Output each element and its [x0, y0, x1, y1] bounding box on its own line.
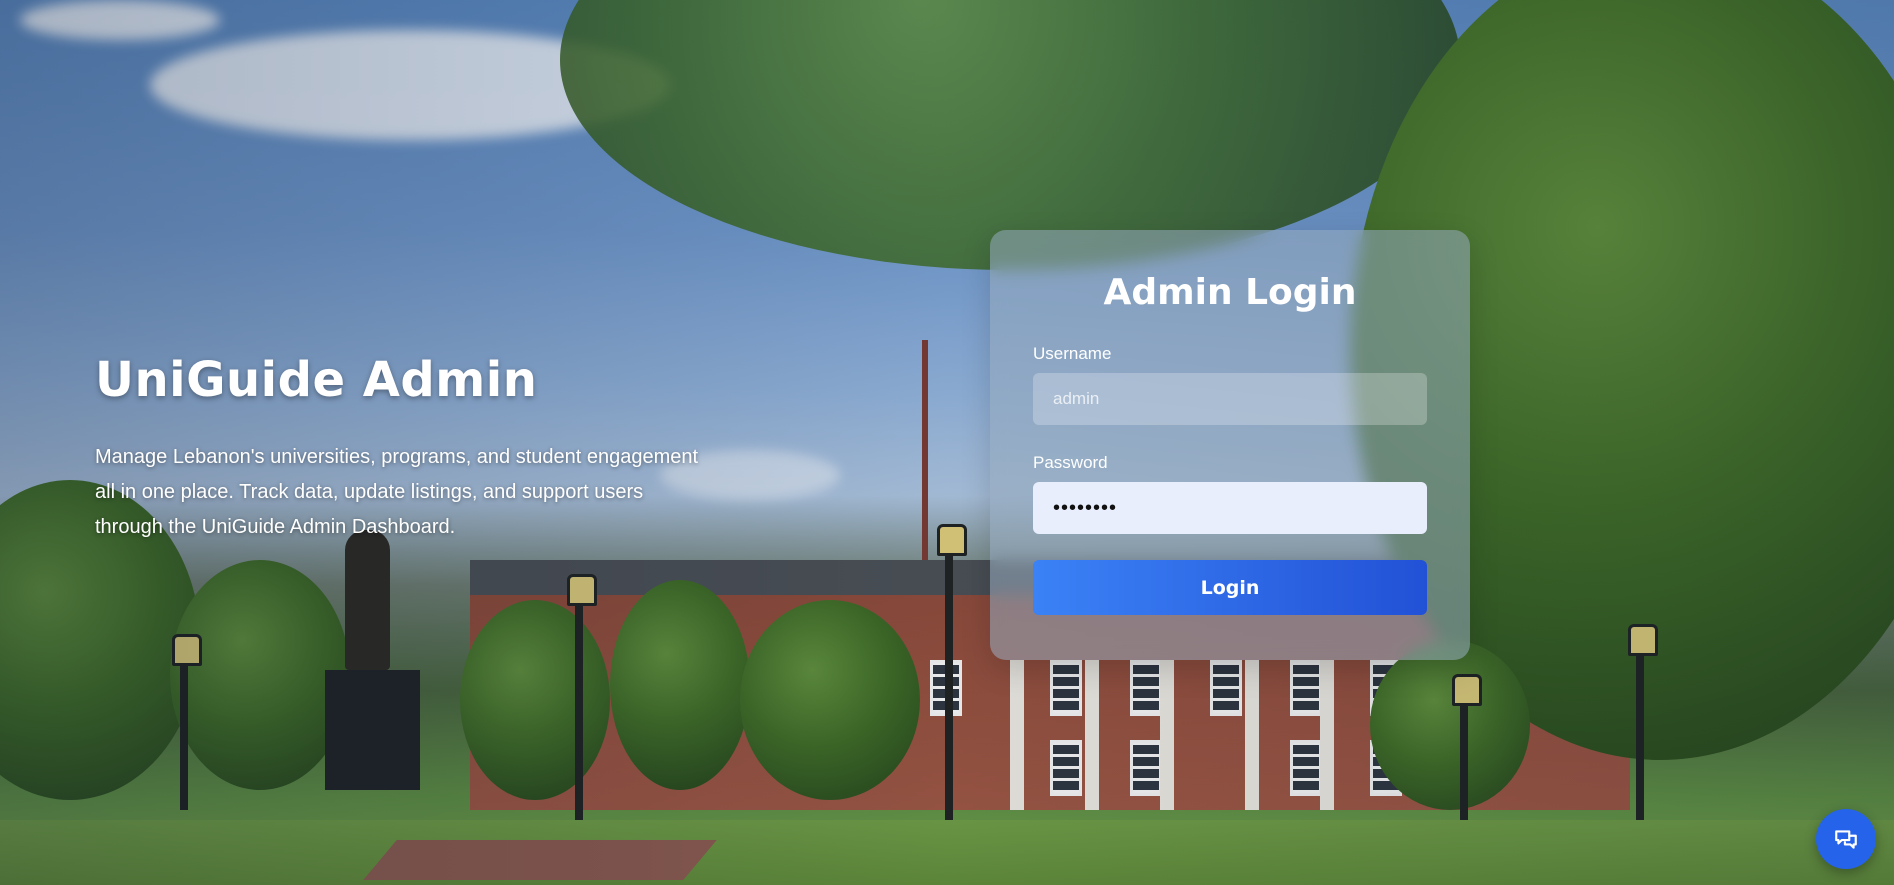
login-page: UniGuide Admin Manage Lebanon's universi… — [0, 0, 1894, 885]
login-button[interactable]: Login — [1033, 560, 1427, 615]
password-input[interactable]: •••••••• — [1033, 482, 1427, 534]
hero-title: UniGuide Admin — [95, 352, 538, 408]
chat-icon — [1835, 830, 1857, 849]
login-title: Admin Login — [1103, 272, 1357, 313]
username-label: Username — [1033, 344, 1112, 363]
password-label: Password — [1033, 453, 1108, 472]
username-input[interactable]: admin — [1033, 373, 1427, 425]
username-placeholder: admin — [1053, 389, 1100, 408]
password-value: •••••••• — [1053, 496, 1118, 519]
login-card: Admin Login Username admin Password ••••… — [990, 230, 1470, 660]
hero-description: Manage Lebanon's universities, programs,… — [95, 446, 699, 538]
hero-section: UniGuide Admin Manage Lebanon's universi… — [95, 352, 715, 545]
chat-button[interactable] — [1816, 809, 1876, 869]
